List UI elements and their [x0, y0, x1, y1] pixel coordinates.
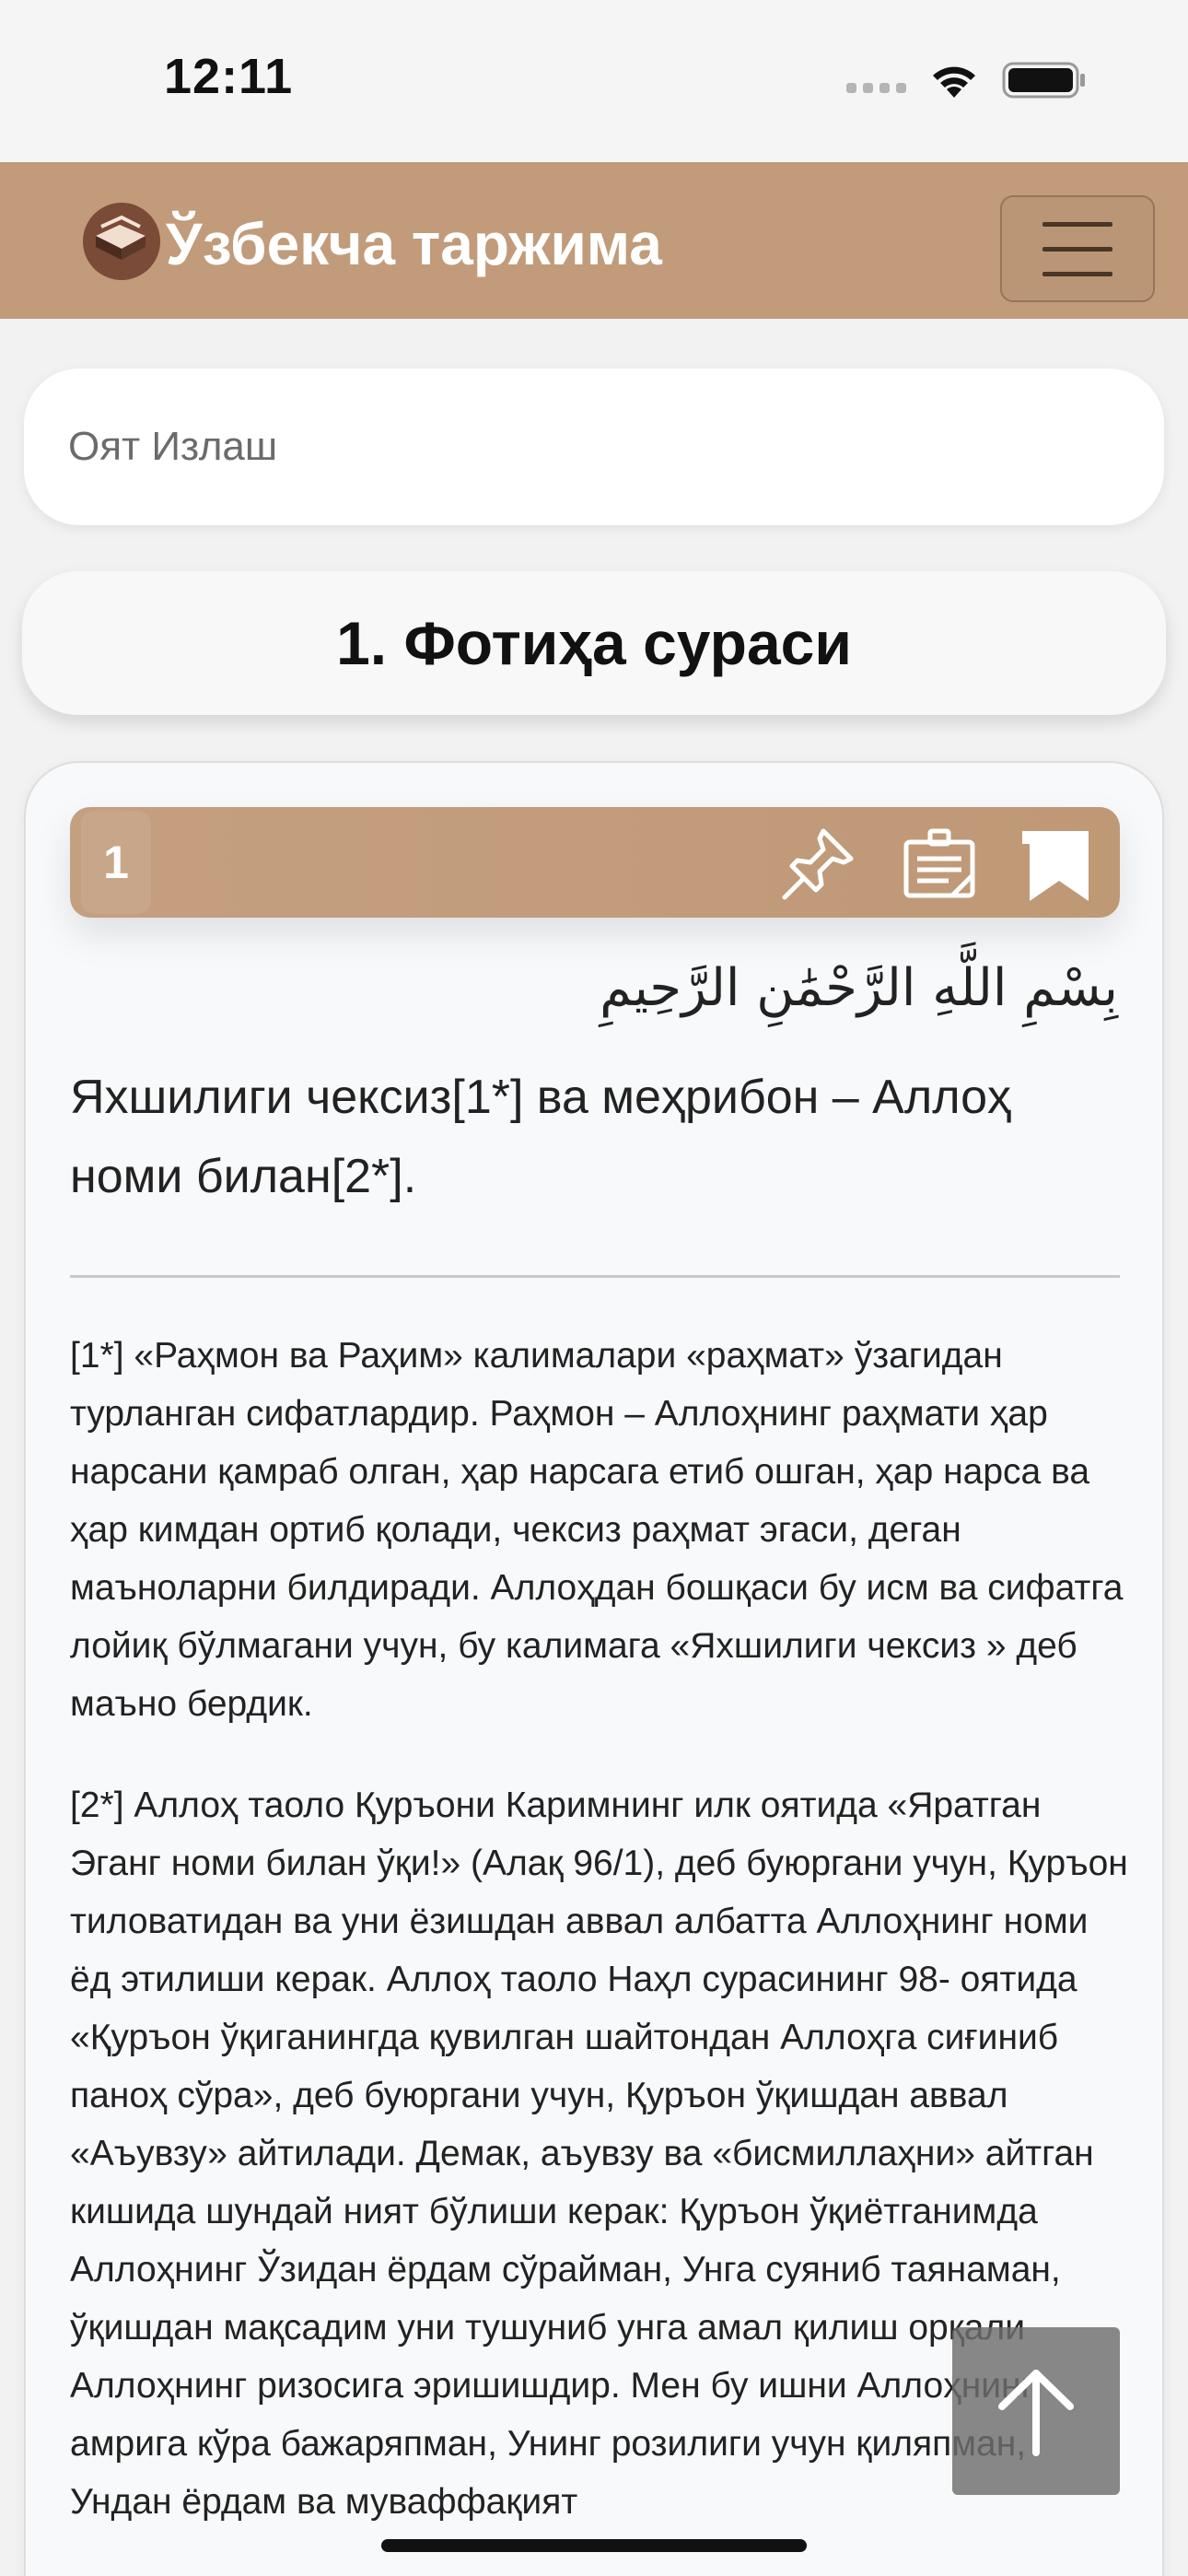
ayah-translation: Яхшилиги чексиз[1*] ва меҳрибон – Аллоҳ … [70, 1071, 1012, 1203]
ayah-card: 1 بِسْمِ اللَّهِ الرَّحْمَٰنِ الرَّحِيمِ… [24, 761, 1164, 2576]
divider [70, 1275, 1120, 1278]
book-logo-icon[interactable] [79, 199, 164, 284]
wifi-icon [933, 66, 975, 98]
battery-icon [1002, 62, 1085, 99]
home-indicator [381, 2539, 807, 2552]
bookmark-icon[interactable] [1017, 822, 1101, 907]
search-box[interactable] [24, 369, 1164, 525]
footnote-1: [1*] «Раҳмон ва Раҳим» калималари «раҳма… [70, 1336, 1124, 1724]
signal-dots-icon [846, 82, 906, 93]
scroll-top-button[interactable] [952, 2327, 1120, 2495]
surah-title: 1. Фотиҳа сураси [336, 609, 852, 677]
note-icon[interactable] [897, 822, 982, 907]
status-time: 12:11 [164, 49, 294, 104]
app-header: Ўзбекча таржима [0, 162, 1188, 319]
status-icons [846, 57, 1087, 103]
ayah-arabic-text: بِسْمِ اللَّهِ الرَّحْمَٰنِ الرَّحِيمِ [600, 958, 1118, 1018]
status-bar: 12:11 [0, 0, 1188, 162]
arrow-up-icon [998, 2370, 1074, 2456]
ayah-number: 1 [81, 811, 151, 914]
surah-title-card: 1. Фотиҳа сураси [22, 571, 1166, 715]
hamburger-menu-button[interactable] [1000, 195, 1155, 302]
ayah-toolbar: 1 [70, 807, 1120, 918]
hamburger-menu-icon [1042, 221, 1112, 227]
app-title: Ўзбекча таржима [166, 211, 662, 277]
search-input[interactable] [68, 424, 1081, 470]
pin-icon[interactable] [775, 822, 860, 907]
